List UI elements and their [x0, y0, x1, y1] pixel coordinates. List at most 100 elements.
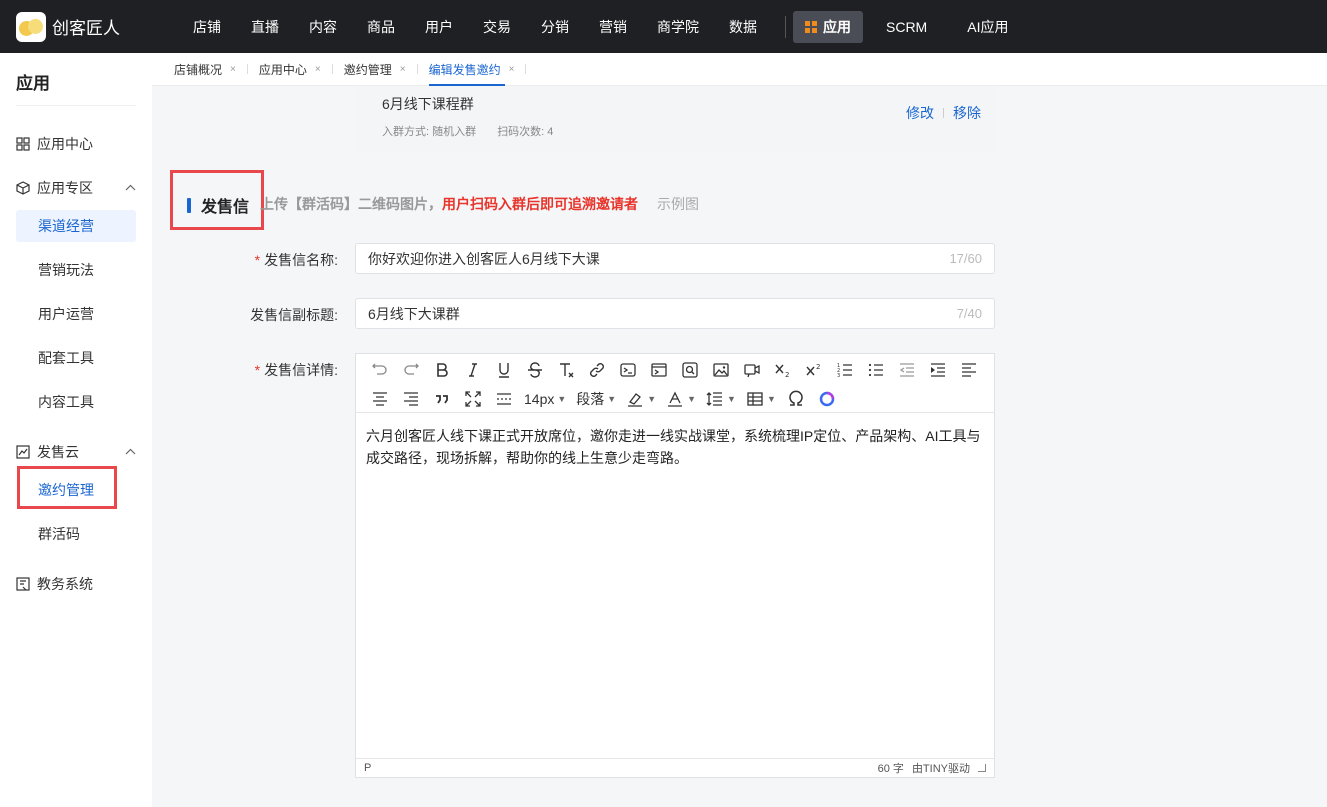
sidebar-item-user-ops[interactable]: 用户运营 [16, 298, 136, 330]
line-height-select[interactable]: ▼ [701, 386, 741, 412]
italic-icon[interactable] [457, 357, 488, 383]
sidebar-item-marketing[interactable]: 营销玩法 [16, 254, 136, 286]
tab-invite-mgmt[interactable]: 邀约管理 × [344, 53, 429, 86]
nav-item-marketing[interactable]: 营销 [584, 11, 642, 43]
tab-label: 邀约管理 [343, 62, 392, 77]
strikethrough-icon[interactable] [519, 357, 550, 383]
editor-content[interactable]: 六月创客匠人线下课正式开放席位，邀你走进一线实战课堂，系统梳理IP定位、产品架构… [356, 413, 994, 758]
chevron-down-icon: ▼ [647, 393, 657, 404]
chevron-up-icon [125, 182, 136, 194]
sidebar-item-app-zone[interactable]: 应用专区 [16, 172, 136, 204]
sidebar-item-group-code[interactable]: 群活码 [16, 518, 136, 550]
nav-item-distribution[interactable]: 分销 [526, 11, 584, 43]
join-method: 入群方式: 随机入群 [382, 126, 477, 138]
char-count: 7/40 [956, 306, 982, 321]
label-text: 发售信详情: [264, 362, 338, 378]
brand-name: 创客匠人 [52, 19, 120, 38]
code-icon[interactable] [612, 357, 643, 383]
close-icon[interactable]: × [315, 64, 321, 75]
brand-logo[interactable]: 创客匠人 [0, 11, 178, 42]
nav-item-academy[interactable]: 商学院 [642, 11, 714, 43]
svg-text:2: 2 [785, 371, 789, 379]
example-image-link[interactable]: 示例图 [657, 194, 699, 214]
sidebar-item-tools[interactable]: 配套工具 [16, 342, 136, 374]
line-height-icon [706, 391, 723, 406]
close-icon[interactable]: × [509, 64, 515, 75]
chevron-down-icon: ▼ [766, 393, 776, 404]
sidebar-item-sales-cloud[interactable]: 发售云 [16, 436, 136, 468]
highlight-box [17, 466, 117, 509]
chevron-down-icon: ▼ [687, 393, 697, 404]
text-color-select[interactable]: ▼ [661, 386, 701, 412]
nav-item-scrm[interactable]: SCRM [871, 11, 942, 43]
editor-statusbar: P 60 字 由TINY驱动 [356, 758, 994, 777]
search-replace-icon[interactable] [674, 357, 705, 383]
horizontal-rule-icon[interactable] [488, 386, 519, 412]
group-actions: 修改 移除 [906, 103, 981, 123]
section-accent-bar [187, 198, 191, 213]
group-card: 6月线下课程群 入群方式: 随机入群 扫码次数: 4 修改 移除 [355, 86, 995, 152]
indent-icon[interactable] [922, 357, 953, 383]
clear-format-icon[interactable] [550, 357, 581, 383]
image-icon[interactable] [705, 357, 736, 383]
media-icon[interactable] [736, 357, 767, 383]
align-center-icon[interactable] [364, 386, 395, 412]
book-icon [16, 577, 30, 591]
nav-item-apps[interactable]: 应用 [793, 10, 863, 43]
edit-group-link[interactable]: 修改 [906, 103, 934, 123]
subscript-icon[interactable]: 2 [767, 357, 798, 383]
apps-grid-icon [805, 20, 817, 33]
element-path[interactable]: P [364, 762, 371, 774]
sidebar-item-app-center[interactable]: 应用中心 [16, 128, 136, 160]
special-char-icon[interactable] [781, 386, 812, 412]
blockquote-icon[interactable] [426, 386, 457, 412]
highlight-color-select[interactable]: ▼ [621, 386, 661, 412]
nav-item-users[interactable]: 用户 [410, 11, 468, 43]
close-icon[interactable]: × [400, 64, 406, 75]
underline-icon[interactable] [488, 357, 519, 383]
tab-edit-invite[interactable]: 编辑发售邀约 × [428, 53, 538, 86]
sidebar-item-content-tools[interactable]: 内容工具 [16, 386, 136, 418]
letter-name-input[interactable]: 你好欢迎你进入创客匠人6月线下大课 17/60 [355, 243, 995, 274]
tab-app-center[interactable]: 应用中心 × [259, 53, 344, 86]
tab-store-overview[interactable]: 店铺概况 × [174, 53, 259, 86]
bullet-list-icon[interactable] [860, 357, 891, 383]
link-icon[interactable] [581, 357, 612, 383]
sidebar-item-channel-ops[interactable]: 渠道经营 [16, 210, 136, 242]
letter-subtitle-input[interactable]: 6月线下大课群 7/40 [355, 298, 995, 329]
sidebar-item-edu-system[interactable]: 教务系统 [16, 568, 136, 600]
toolbar-row-1: 2 2 123 [364, 355, 984, 384]
nav-item-live[interactable]: 直播 [236, 11, 294, 43]
block-format-select[interactable]: 段落 ▼ [571, 386, 621, 412]
ordered-list-icon[interactable]: 123 [829, 357, 860, 383]
nav-item-store[interactable]: 店铺 [178, 11, 236, 43]
code-block-icon[interactable] [643, 357, 674, 383]
nav-item-trade[interactable]: 交易 [468, 11, 526, 43]
rich-text-editor[interactable]: 2 2 123 14px ▼ 段落 ▼ ▼ ▼ ▼ ▼ 六月创客匠人线下课正式开… [355, 353, 995, 778]
nav-item-data[interactable]: 数据 [714, 11, 772, 43]
fullscreen-icon[interactable] [457, 386, 488, 412]
undo-icon[interactable] [364, 357, 395, 383]
scan-count: 扫码次数: 4 [497, 126, 554, 138]
redo-icon[interactable] [395, 357, 426, 383]
nav-item-content[interactable]: 内容 [294, 11, 352, 43]
chevron-up-icon [125, 446, 136, 458]
nav-item-products[interactable]: 商品 [352, 11, 410, 43]
bold-icon[interactable] [426, 357, 457, 383]
font-size-select[interactable]: 14px ▼ [519, 386, 571, 412]
superscript-icon[interactable]: 2 [798, 357, 829, 383]
table-select[interactable]: ▼ [741, 386, 781, 412]
resize-handle-icon[interactable] [978, 764, 986, 772]
remove-group-link[interactable]: 移除 [953, 103, 981, 123]
table-icon [747, 391, 763, 406]
group-meta: 入群方式: 随机入群 扫码次数: 4 [382, 123, 571, 139]
align-left-icon[interactable] [953, 357, 984, 383]
chevron-down-icon: ▼ [727, 393, 736, 404]
plugin-icon[interactable] [812, 386, 843, 412]
input-value: 你好欢迎你进入创客匠人6月线下大课 [368, 250, 600, 267]
align-right-icon[interactable] [395, 386, 426, 412]
powered-by[interactable]: 由TINY驱动 [912, 760, 970, 776]
nav-item-ai-apps[interactable]: AI应用 [952, 11, 1023, 43]
outdent-icon[interactable] [891, 357, 922, 383]
close-icon[interactable]: × [230, 64, 236, 75]
